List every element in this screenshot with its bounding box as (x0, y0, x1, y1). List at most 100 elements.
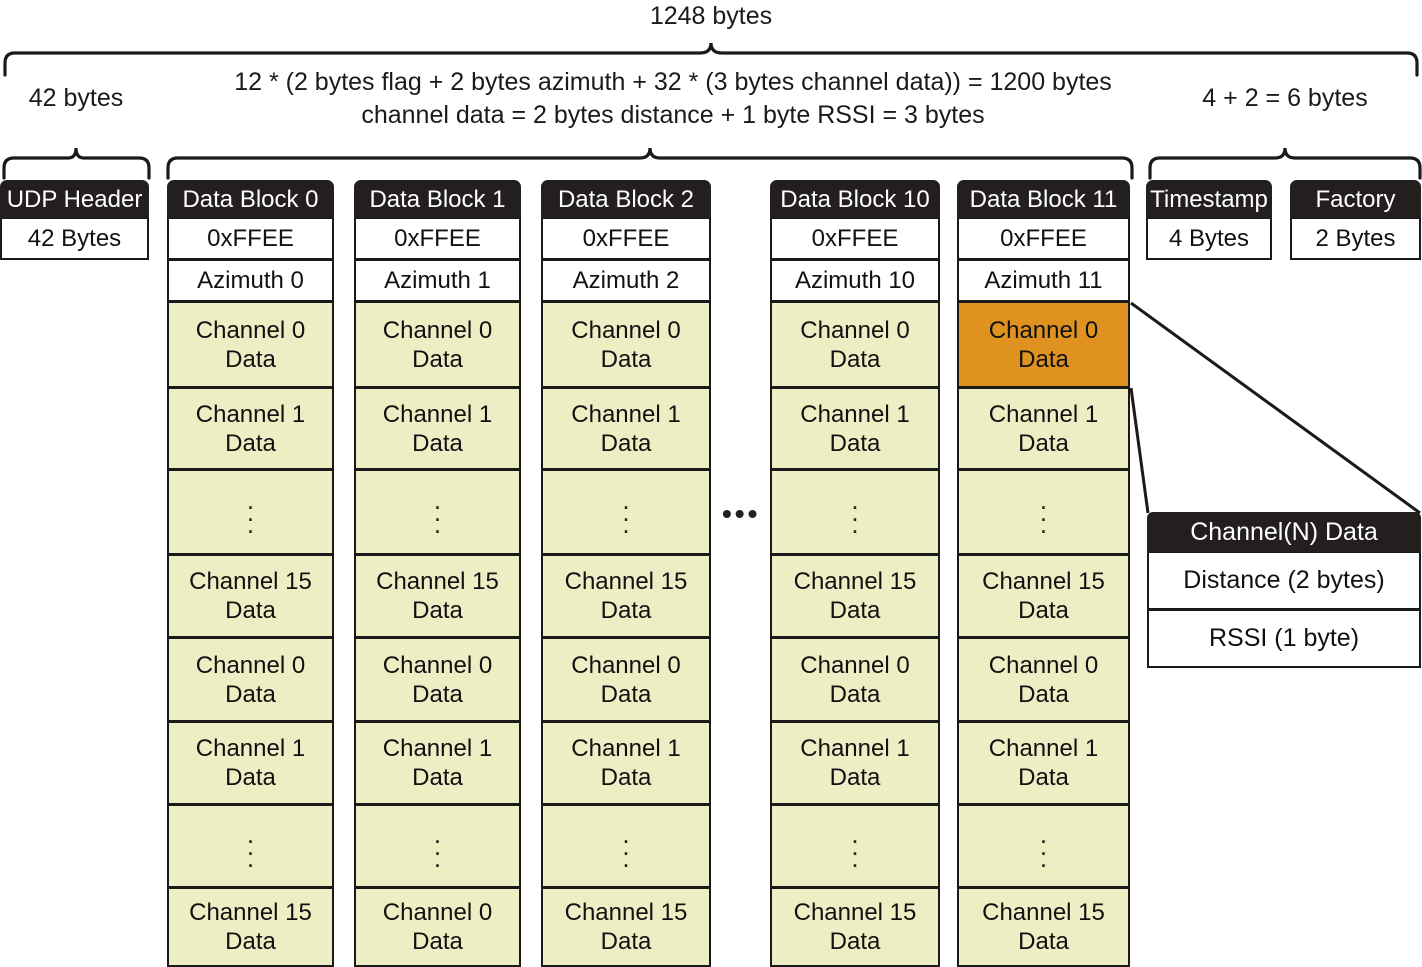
cell-line: Channel 1 (800, 400, 910, 428)
data-block-1-cell-2: Channel 0 Data (354, 302, 521, 388)
cell-line: Channel 1 (571, 735, 681, 762)
data-block-2-cell-2: Channel 0 Data (541, 302, 711, 388)
data-block-0-cell-6: Channel 0 Data (167, 638, 334, 722)
cell-line: Channel 0 (988, 651, 1099, 679)
timestamp-header: Timestamp (1146, 180, 1272, 218)
cell-line: Data (600, 764, 652, 791)
data-block-0-cell-3: Channel 1 Data (167, 388, 334, 470)
cell-line: Channel 1 (382, 400, 493, 428)
cell-line: Channel 0 (382, 899, 493, 926)
cell-line: Channel 15 (982, 568, 1105, 595)
data-block-0-cell-2: Channel 0 Data (167, 302, 334, 388)
udp-header-header: UDP Header (0, 180, 149, 218)
data-block-10-cell-1: Azimuth 10 (770, 260, 940, 302)
cell-line: Channel 15 (793, 568, 917, 595)
cell-line: Channel 0 (195, 651, 306, 679)
data-block-10-cell-7: Channel 1 Data (770, 722, 940, 805)
cell-line: 4 Bytes (1168, 225, 1250, 252)
cell-line: Channel 0 (571, 316, 681, 344)
payload-formula-line-2: channel data = 2 bytes distance + 1 byte… (361, 101, 985, 129)
cell-line: Channel 0 (382, 316, 493, 344)
callout-row-1: RSSI (1 byte) (1147, 610, 1421, 668)
cell-line: Data (600, 429, 652, 457)
udp-header-cell-0: 42 Bytes (0, 218, 149, 260)
factory-header: Factory (1290, 180, 1421, 218)
cell-line: Data (1018, 764, 1069, 791)
cell-line: Data (412, 597, 463, 624)
cell-line: Channel 15 (793, 899, 917, 926)
cell-line: Channel 0 (382, 651, 493, 679)
vertical-ellipsis-icon: ... (622, 485, 630, 539)
cell-line: Channel 1 (988, 735, 1099, 762)
vertical-ellipsis-icon: ... (1039, 485, 1048, 539)
data-block-11-header: Data Block 11 (957, 180, 1130, 218)
data-block-10-cell-0: 0xFFEE (770, 218, 940, 260)
cell-line: Channel 0 (195, 316, 306, 344)
data-block-2-cell-9: Channel 15 Data (541, 888, 711, 967)
cell-line: Data (225, 680, 276, 708)
cell-line: Data (829, 429, 881, 457)
cell-line: Azimuth 1 (384, 267, 491, 294)
data-block-0-cell-7: Channel 1 Data (167, 722, 334, 805)
cell-line: Channel 15 (189, 899, 312, 926)
data-block-1-cell-5: Channel 15 Data (354, 555, 521, 638)
data-block-10-cell-3: Channel 1 Data (770, 388, 940, 470)
data-block-10-cell-6: Channel 0 Data (770, 638, 940, 722)
cell-line: Data (829, 345, 881, 373)
vertical-ellipsis-icon: ... (433, 819, 442, 873)
cell-line: 0xFFEE (1000, 225, 1087, 252)
vertical-ellipsis-icon: ... (1039, 819, 1048, 873)
vertical-ellipsis-icon: ... (851, 819, 859, 873)
udp-bytes-label: 42 bytes (28, 84, 124, 112)
data-block-11-ellipsis-row: ... (957, 470, 1130, 555)
factory-cell-0: 2 Bytes (1290, 218, 1421, 260)
vertical-ellipsis-icon: ... (246, 485, 255, 539)
cell-line: Data (829, 597, 881, 624)
data-block-2-ellipsis-row: ... (541, 805, 711, 888)
data-block-1-cell-7: Channel 1 Data (354, 722, 521, 805)
data-block-1-cell-1: Azimuth 1 (354, 260, 521, 302)
cell-line: 0xFFEE (394, 225, 481, 252)
data-block-11-cell-2: Channel 0 Data (957, 302, 1130, 388)
cell-line: Azimuth 10 (794, 267, 916, 294)
cell-line: Data (412, 429, 463, 457)
payload-formula-line-1: 12 * (2 bytes flag + 2 bytes azimuth + 3… (234, 68, 1112, 96)
data-block-11-cell-1: Azimuth 11 (957, 260, 1130, 302)
callout-row-0: Distance (2 bytes) (1147, 552, 1421, 610)
cell-line: Channel 15 (189, 568, 312, 595)
data-block-0-cell-9: Channel 15 Data (167, 888, 334, 967)
data-block-1-cell-3: Channel 1 Data (354, 388, 521, 470)
data-block-11-cell-9: Channel 15 Data (957, 888, 1130, 967)
data-block-10-header: Data Block 10 (770, 180, 940, 218)
cell-line: 2 Bytes (1315, 225, 1396, 252)
cell-line: Data (412, 345, 463, 373)
cell-line: Channel 1 (195, 400, 306, 428)
data-block-10-ellipsis-row: ... (770, 805, 940, 888)
data-block-10-cell-9: Channel 15 Data (770, 888, 940, 967)
data-block-11-cell-6: Channel 0 Data (957, 638, 1130, 722)
cell-line: Channel 1 (195, 735, 306, 762)
payload-formula: 12 * (2 bytes flag + 2 bytes azimuth + 3… (168, 66, 1178, 132)
data-block-1-ellipsis-row: ... (354, 805, 521, 888)
cell-line: Data (1018, 597, 1069, 624)
callout-header: Channel(N) Data (1147, 512, 1421, 552)
cell-line: Channel 0 (571, 651, 681, 679)
cell-line: Channel 1 (988, 400, 1099, 428)
vertical-ellipsis-icon: ... (433, 485, 442, 539)
packet-structure-diagram: 1248 bytes 42 bytes 12 * (2 bytes flag +… (0, 0, 1422, 967)
data-block-1-cell-6: Channel 0 Data (354, 638, 521, 722)
data-block-1-cell-0: 0xFFEE (354, 218, 521, 260)
data-block-2-cell-0: 0xFFEE (541, 218, 711, 260)
cell-line: Data (225, 764, 276, 791)
cell-line: Data (829, 680, 881, 708)
blocks-ellipsis: ••• (722, 498, 761, 529)
cell-line: Channel 1 (800, 735, 910, 762)
cell-line: 0xFFEE (582, 225, 670, 252)
data-block-0-ellipsis-row: ... (167, 470, 334, 555)
cell-line: Channel 15 (564, 899, 688, 926)
cell-line: Data (829, 928, 881, 955)
cell-line: Data (1018, 429, 1069, 457)
data-block-2-cell-3: Channel 1 Data (541, 388, 711, 470)
data-block-1-header: Data Block 1 (354, 180, 521, 218)
cell-line: Channel 0 (800, 316, 910, 344)
